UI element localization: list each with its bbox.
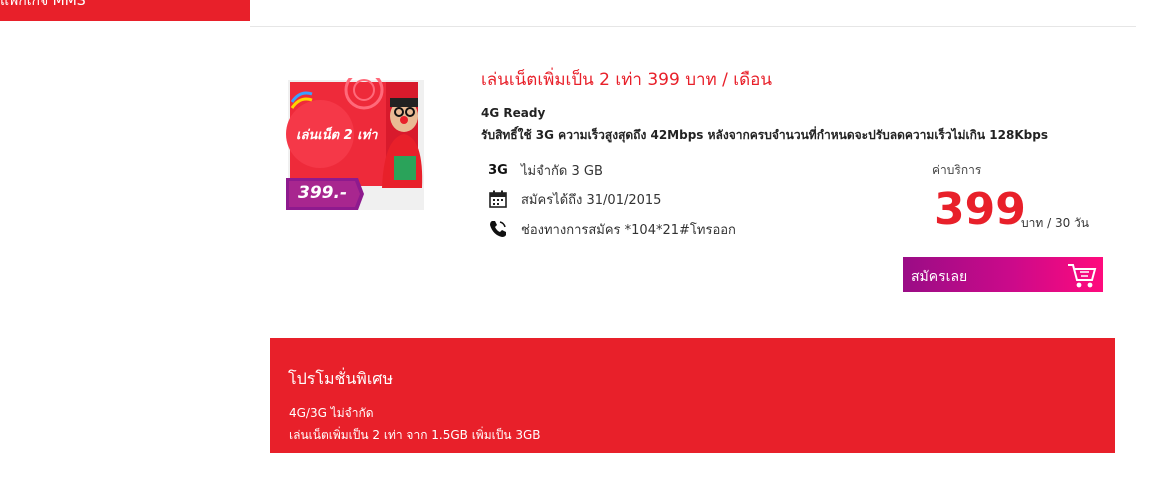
image-promo-text: เล่นเน็ต 2 เท่า: [296, 128, 378, 143]
feature-channel: ช่องทางการสมัคร *104*21#โทรออก: [488, 218, 736, 240]
category-tab-label: แพ็กเกจ MMS: [0, 0, 86, 9]
calendar-icon: [488, 189, 508, 209]
image-price-tag: 399.-: [298, 183, 347, 203]
phone-icon: [488, 219, 508, 239]
package-description: รับสิทธิ์ใช้ 3G ความเร็วสูงสุดถึง 42Mbps…: [481, 128, 1048, 142]
feature-channel-text: ช่องทางการสมัคร *104*21#โทรออก: [521, 222, 736, 238]
special-promotion-box: โปรโมชั่นพิเศษ 4G/3G ไม่จำกัด เล่นเน็ตเพ…: [270, 338, 1115, 453]
feature-deadline-text: สมัครได้ถึง 31/01/2015: [521, 192, 662, 208]
3g-icon: 3G: [488, 162, 508, 178]
feature-deadline: สมัครได้ถึง 31/01/2015: [488, 188, 661, 210]
price-value: 399: [934, 184, 1026, 235]
subscribe-button-label: สมัครเลย: [911, 268, 968, 284]
price-unit: บาท / 30 วัน: [1021, 216, 1089, 230]
category-tab[interactable]: แพ็กเกจ MMS: [0, 0, 250, 21]
promotion-line: 4G/3G ไม่จำกัด: [289, 406, 374, 420]
cart-icon: [1067, 261, 1097, 289]
divider: [250, 26, 1136, 27]
price-label: ค่าบริการ: [932, 163, 982, 177]
feature-data-text: ไม่จำกัด 3 GB: [521, 163, 603, 179]
subscribe-button[interactable]: สมัครเลย: [903, 257, 1103, 292]
promotion-line: เล่นเน็ตเพิ่มเป็น 2 เท่า จาก 1.5GB เพิ่ม…: [289, 428, 541, 442]
feature-data: 3G ไม่จำกัด 3 GB: [488, 159, 603, 181]
4g-ready-label: 4G Ready: [481, 106, 546, 120]
promotion-title: โปรโมชั่นพิเศษ: [288, 369, 393, 388]
package-image: เล่นเน็ต 2 เท่า 399.-: [286, 70, 426, 212]
package-title[interactable]: เล่นเน็ตเพิ่มเป็น 2 เท่า 399 บาท / เดือน: [481, 66, 772, 93]
